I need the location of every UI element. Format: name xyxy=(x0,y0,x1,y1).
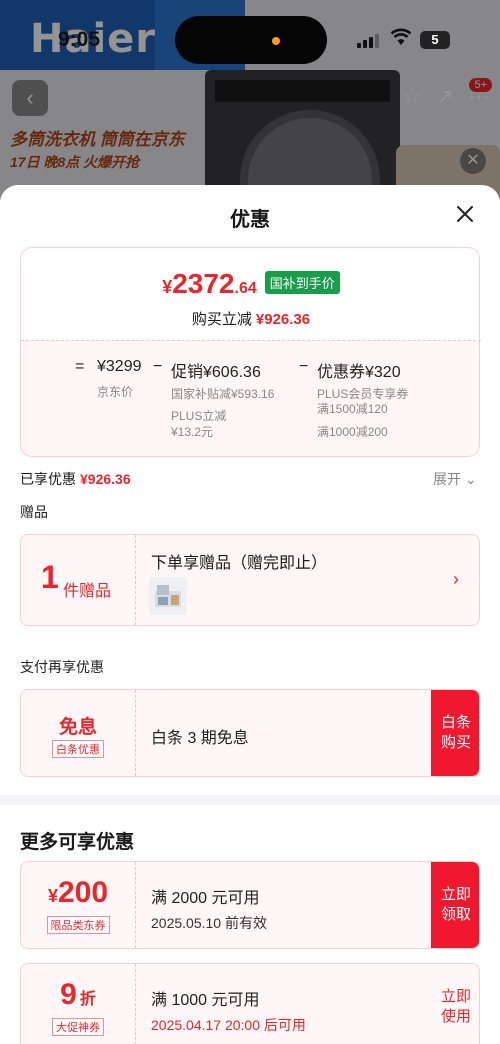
coupon-type-tag: 大促神券 xyxy=(21,1018,135,1036)
more-offers-title: 更多可享优惠 xyxy=(20,832,135,853)
coupon-type-text: 大促神券 xyxy=(52,1018,104,1036)
coupon-type-text: 限品类东券 xyxy=(46,916,110,934)
use-coupon-label: 立即使用 xyxy=(440,988,471,1025)
coupon-amount: 优惠券¥320 xyxy=(317,364,401,381)
promo-amount: 促销¥606.36 xyxy=(171,364,261,381)
jd-price: ¥3299 xyxy=(97,358,142,375)
final-price: ¥ 2372 .64 国补到手价 xyxy=(21,268,481,300)
section-separator xyxy=(0,795,500,805)
plus-reduction-value: ¥13.2元 xyxy=(171,425,214,439)
plus-reduction-label: PLUS立减 xyxy=(171,409,227,423)
claim-coupon-button[interactable]: 立即领取 xyxy=(431,862,479,948)
gift-unit: 件赠品 xyxy=(63,583,112,600)
reduce-label: 购买立减 xyxy=(191,311,252,328)
currency-symbol: ¥ xyxy=(162,277,173,297)
status-bar: 9:05 5 xyxy=(0,0,500,70)
payment-offer-card[interactable]: 免息 白条优惠 白条 3 期免息 白条购买 xyxy=(20,689,480,777)
coupon-discount-unit: 折 xyxy=(79,991,96,1008)
enjoyed-label: 已享优惠 xyxy=(20,471,76,487)
coupon-validity: 2025.05.10 前有效 xyxy=(151,915,267,931)
enjoyed-discount: 已享优惠 ¥926.36 xyxy=(20,469,131,489)
coupon-condition-1: 满1500减120 xyxy=(317,402,388,416)
baitiao-buy-button[interactable]: 白条购买 xyxy=(431,690,479,776)
gift-description: 下单享赠品（赠完即止） xyxy=(151,555,328,572)
baitiao-tag-text: 白条优惠 xyxy=(52,740,104,758)
enjoyed-value: ¥926.36 xyxy=(80,471,131,487)
baitiao-buy-label: 白条购买 xyxy=(440,714,471,751)
coupon-discount: 9 xyxy=(60,978,77,1011)
coupon-condition: 满 1000 元可用 xyxy=(151,992,260,1009)
coupon-type-tag: 限品类东券 xyxy=(21,916,135,934)
baitiao-tag: 白条优惠 xyxy=(21,740,135,758)
card-divider xyxy=(135,862,136,948)
discount-sheet: 优惠 ¥ 2372 .64 国补到手价 购买立减 ¥926.36 = ¥3299 … xyxy=(0,185,500,1044)
price-decimal: .64 xyxy=(234,280,257,297)
mic-indicator-icon xyxy=(272,37,280,45)
card-divider xyxy=(135,690,136,776)
use-coupon-button[interactable]: 立即使用 xyxy=(431,964,479,1044)
gift-card[interactable]: 1 件赠品 下单享赠品（赠完即止） › xyxy=(20,534,480,626)
card-divider xyxy=(135,535,136,625)
gift-count: 1 xyxy=(41,559,59,595)
jd-price-label: 京东价 xyxy=(97,385,134,399)
coupon-condition: 满 2000 元可用 xyxy=(151,890,260,907)
chevron-right-icon: › xyxy=(453,569,459,589)
claim-coupon-label: 立即领取 xyxy=(440,886,471,923)
subsidy-price-tag: 国补到手价 xyxy=(264,271,340,294)
expand-label: 展开 xyxy=(433,471,461,487)
signal-icon xyxy=(357,34,379,48)
equals-sign: = xyxy=(75,358,85,375)
minus-sign: − xyxy=(299,358,309,375)
national-subsidy: 国家补贴减¥593.16 xyxy=(171,387,275,401)
coupon-amount: 200 xyxy=(57,876,109,909)
dynamic-island xyxy=(175,16,327,64)
chevron-down-icon: ⌄ xyxy=(464,471,477,487)
divider xyxy=(21,340,481,341)
coupon-currency: ¥ xyxy=(47,886,58,906)
purchase-reduction: 购买立减 ¥926.36 xyxy=(21,308,481,329)
payment-section-label: 支付再享优惠 xyxy=(20,659,104,675)
close-icon[interactable] xyxy=(452,201,478,227)
status-time: 9:05 xyxy=(58,28,101,51)
wifi-icon xyxy=(390,28,412,52)
coupon-card[interactable]: ¥200 限品类东券 满 2000 元可用 2025.05.10 前有效 立即领… xyxy=(20,861,480,949)
expand-button[interactable]: 展开 ⌄ xyxy=(433,469,477,489)
coupon-card[interactable]: 9折 大促神券 满 1000 元可用 2025.04.17 20:00 后可用 … xyxy=(20,963,480,1044)
coupon-condition-2: 满1000减200 xyxy=(317,425,388,439)
sheet-title: 优惠 xyxy=(230,209,270,231)
minus-sign: − xyxy=(153,358,163,375)
gift-product-image xyxy=(149,577,187,615)
battery-icon: 5 xyxy=(420,31,450,49)
card-divider xyxy=(135,964,136,1044)
coupon-validity: 2025.04.17 20:00 后可用 xyxy=(151,1017,306,1033)
coupon-value: 9折 xyxy=(21,978,135,1012)
price-integer: 2372 xyxy=(172,268,235,299)
interest-free-label: 免息 xyxy=(58,717,97,738)
payment-offer-text: 白条 3 期免息 xyxy=(151,730,249,747)
price-breakdown-card: ¥ 2372 .64 国补到手价 购买立减 ¥926.36 = ¥3299 京东价… xyxy=(20,247,481,457)
gift-section-label: 赠品 xyxy=(20,504,48,520)
reduce-value: ¥926.36 xyxy=(255,311,311,328)
coupon-value: ¥200 xyxy=(21,876,135,910)
plus-coupon-label: PLUS会员专享券 xyxy=(317,387,409,401)
